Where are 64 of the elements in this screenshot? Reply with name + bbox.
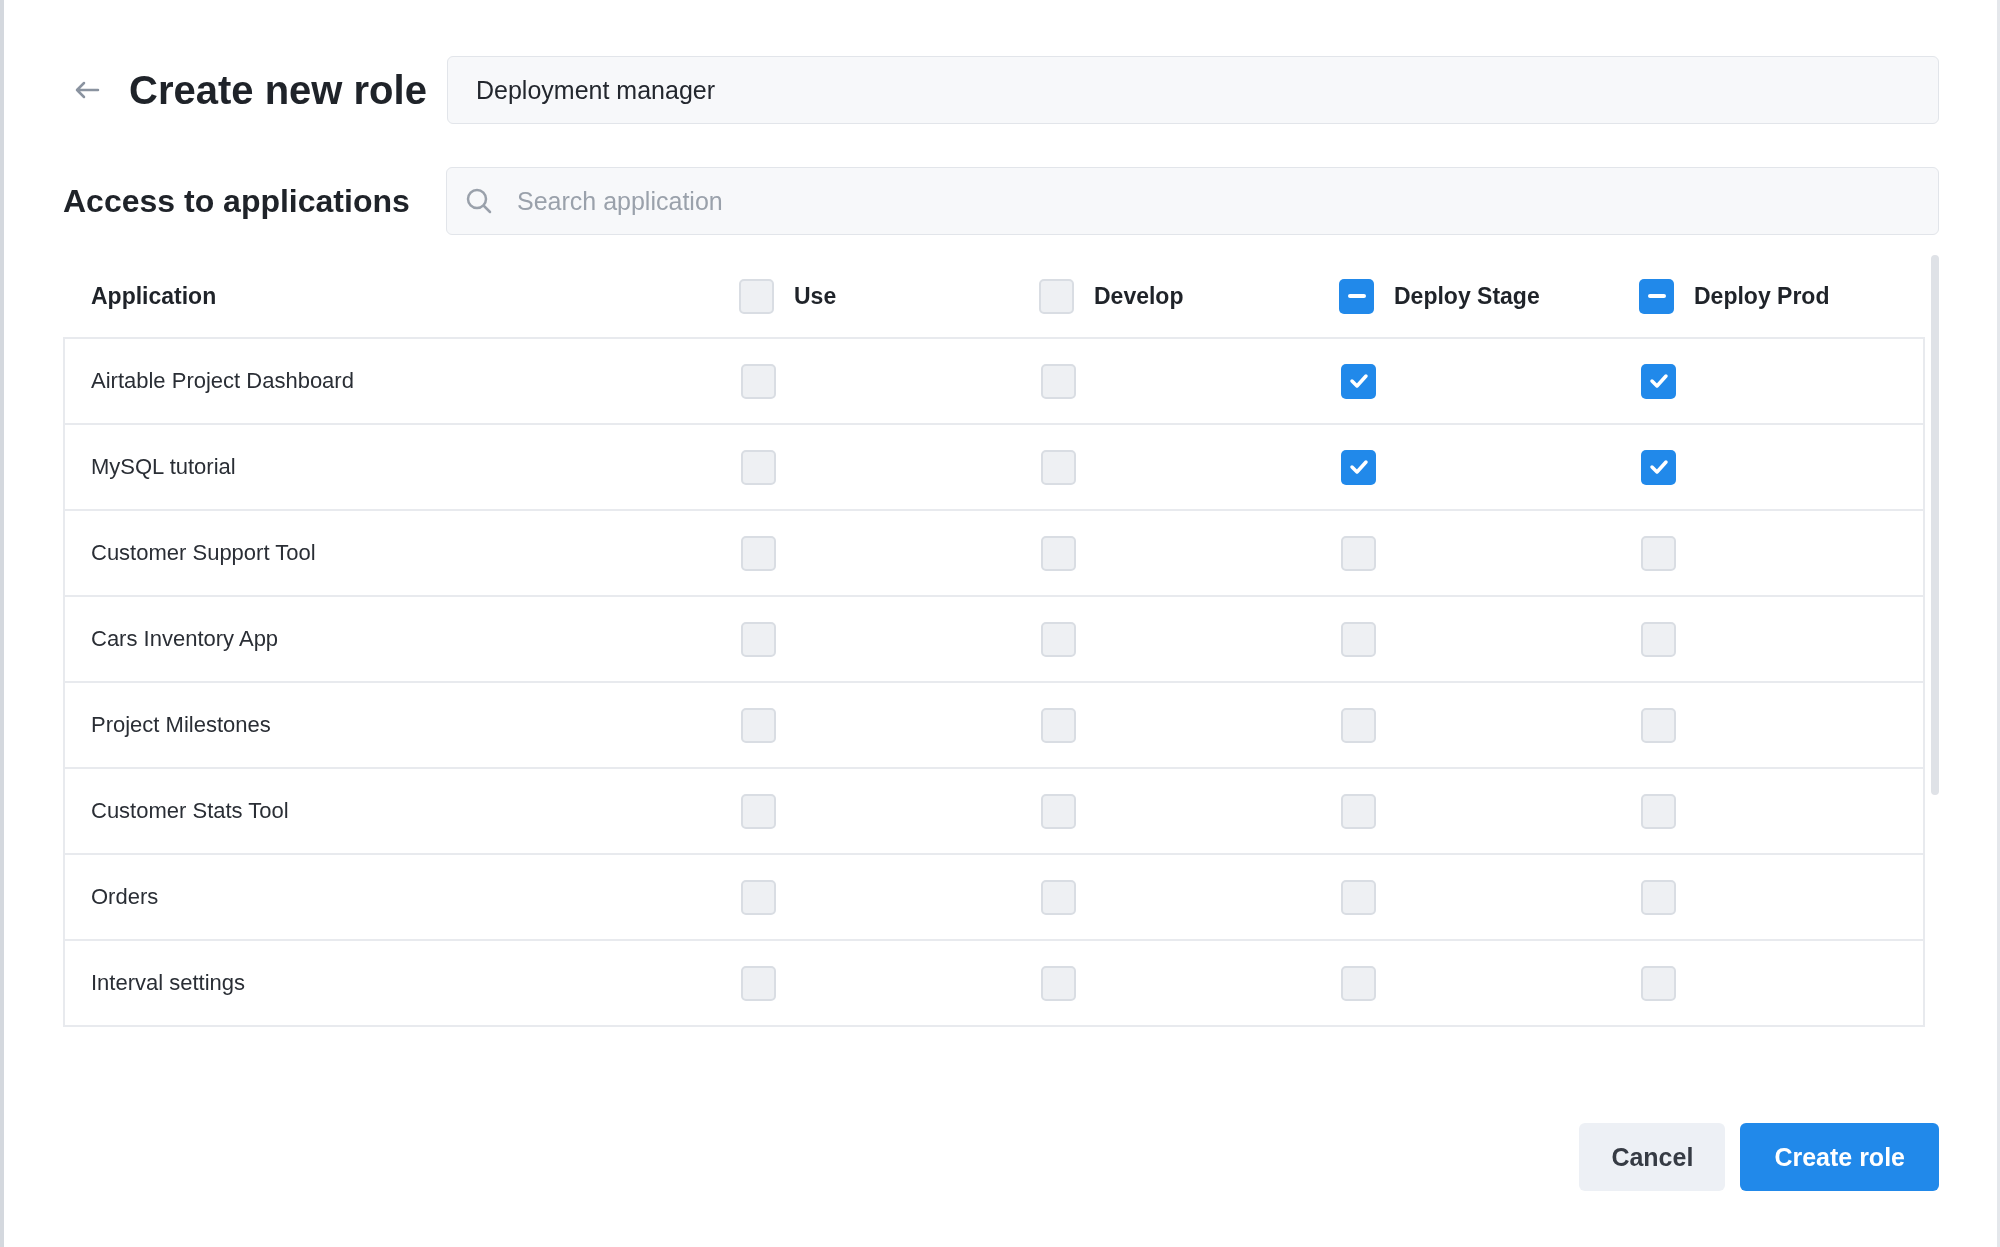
column-header: Deploy Prod	[1694, 282, 1830, 310]
application-name: Cars Inventory App	[90, 626, 280, 652]
section-title: Access to applications	[63, 182, 411, 220]
checkbox[interactable]	[1341, 793, 1376, 829]
back-arrow-icon	[74, 80, 100, 100]
checkbox[interactable]	[1641, 793, 1676, 829]
page-title: Create new role	[129, 67, 428, 113]
search-icon	[465, 187, 493, 215]
checkbox[interactable]	[1041, 965, 1076, 1001]
create-button[interactable]: Create role	[1740, 1123, 1939, 1191]
checkbox[interactable]	[741, 793, 776, 829]
checkmark-icon	[1648, 459, 1669, 475]
checkbox[interactable]	[1641, 707, 1676, 743]
application-name: MySQL tutorial	[90, 454, 237, 480]
checkbox[interactable]	[741, 879, 776, 915]
checkbox[interactable]	[1041, 363, 1076, 399]
application-name: Customer Support Tool	[90, 540, 317, 566]
checkbox[interactable]	[1041, 449, 1076, 485]
column-header: Develop	[1094, 282, 1184, 310]
minus-icon	[1347, 294, 1366, 298]
scrollbar[interactable]	[1931, 255, 1939, 795]
checkbox[interactable]	[1639, 278, 1674, 314]
checkbox[interactable]	[1641, 363, 1676, 399]
checkbox[interactable]	[1341, 363, 1376, 399]
column-header: Application	[90, 282, 218, 310]
checkbox[interactable]	[741, 965, 776, 1001]
column-header: Use	[794, 282, 837, 310]
checkbox[interactable]	[1641, 965, 1676, 1001]
application-name: Orders	[90, 884, 160, 910]
application-name: Project Milestones	[90, 712, 272, 738]
role-name-field[interactable]: Deployment manager	[447, 56, 1939, 124]
checkbox[interactable]	[1039, 278, 1074, 314]
checkbox[interactable]	[1341, 707, 1376, 743]
checkbox[interactable]	[1041, 535, 1076, 571]
checkbox[interactable]	[1041, 707, 1076, 743]
checkmark-icon	[1348, 373, 1369, 389]
checkbox[interactable]	[741, 363, 776, 399]
checkbox[interactable]	[1041, 793, 1076, 829]
cancel-button[interactable]: Cancel	[1579, 1123, 1726, 1191]
application-name: Interval settings	[90, 970, 247, 996]
checkbox[interactable]	[1641, 879, 1676, 915]
checkbox[interactable]	[1341, 965, 1376, 1001]
checkbox[interactable]	[1341, 449, 1376, 485]
checkbox[interactable]	[741, 535, 776, 571]
checkbox[interactable]	[1341, 621, 1376, 657]
checkbox[interactable]	[1641, 449, 1676, 485]
checkmark-icon	[1648, 373, 1669, 389]
application-name: Customer Stats Tool	[90, 798, 290, 824]
checkbox[interactable]	[1041, 621, 1076, 657]
search-field[interactable]: Search application	[446, 167, 1939, 235]
checkbox[interactable]	[741, 707, 776, 743]
checkmark-icon	[1348, 459, 1369, 475]
application-name: Airtable Project Dashboard	[90, 368, 355, 394]
checkbox[interactable]	[1339, 278, 1374, 314]
checkbox[interactable]	[1341, 879, 1376, 915]
minus-icon	[1647, 294, 1666, 298]
checkbox[interactable]	[739, 278, 774, 314]
column-header: Deploy Stage	[1394, 282, 1540, 310]
checkbox[interactable]	[1641, 535, 1676, 571]
checkbox[interactable]	[1641, 621, 1676, 657]
checkbox[interactable]	[1041, 879, 1076, 915]
checkbox[interactable]	[741, 449, 776, 485]
checkbox[interactable]	[1341, 535, 1376, 571]
checkbox[interactable]	[741, 621, 776, 657]
